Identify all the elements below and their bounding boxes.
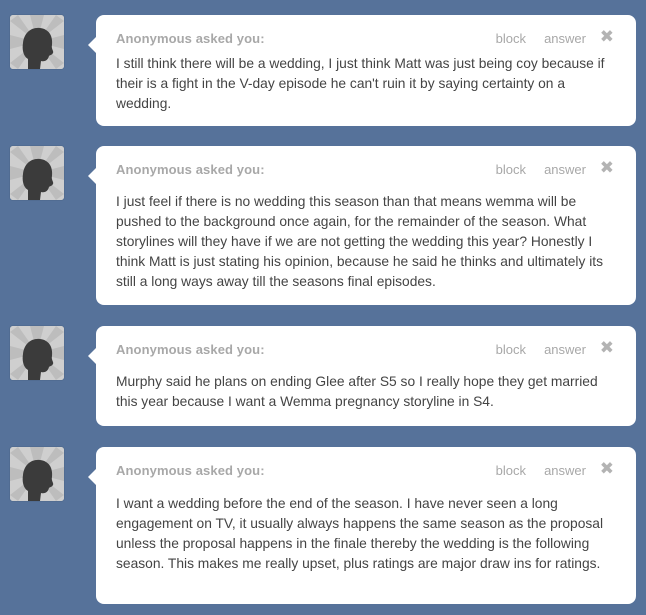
ask-card: Anonymous asked you: block answer ✖ I ju… xyxy=(88,146,636,305)
asker-label: Anonymous asked you: xyxy=(116,31,265,46)
delete-icon[interactable]: ✖ xyxy=(600,159,614,177)
question-text: I just feel if there is no wedding this … xyxy=(116,194,603,289)
anonymous-avatar-icon[interactable] xyxy=(10,146,64,200)
speech-nub xyxy=(88,168,96,184)
ask-header: Anonymous asked you: block answer ✖ xyxy=(116,159,616,180)
ask-card: Anonymous asked you: block answer ✖ Murp… xyxy=(88,326,636,426)
block-button[interactable]: block xyxy=(496,31,526,46)
block-button[interactable]: block xyxy=(496,162,526,177)
question-text: Murphy said he plans on ending Glee afte… xyxy=(116,374,598,409)
answer-button[interactable]: answer xyxy=(544,342,586,357)
answer-button[interactable]: answer xyxy=(544,463,586,478)
answer-button[interactable]: answer xyxy=(544,31,586,46)
ask-post: Anonymous asked you: block answer ✖ Murp… xyxy=(0,326,646,427)
asker-label: Anonymous asked you: xyxy=(116,162,265,177)
asker-label: Anonymous asked you: xyxy=(116,463,265,478)
asker-label: Anonymous asked you: xyxy=(116,342,265,357)
block-button[interactable]: block xyxy=(496,342,526,357)
speech-nub xyxy=(88,37,96,53)
anonymous-avatar-icon[interactable] xyxy=(10,447,64,501)
answer-button[interactable]: answer xyxy=(544,162,586,177)
ask-header: Anonymous asked you: block answer ✖ xyxy=(116,460,616,481)
delete-icon[interactable]: ✖ xyxy=(600,28,614,46)
delete-icon[interactable]: ✖ xyxy=(600,339,614,357)
ask-header: Anonymous asked you: block answer ✖ xyxy=(116,339,616,360)
speech-nub xyxy=(88,348,96,364)
ask-post: Anonymous asked you: block answer ✖ I wa… xyxy=(0,447,646,605)
question-text: I want a wedding before the end of the s… xyxy=(116,496,604,571)
ask-card: Anonymous asked you: block answer ✖ I st… xyxy=(88,15,636,126)
ask-post: Anonymous asked you: block answer ✖ I st… xyxy=(0,15,646,127)
delete-icon[interactable]: ✖ xyxy=(600,460,614,478)
question-text: I still think there will be a wedding, I… xyxy=(116,56,605,111)
anonymous-avatar-icon[interactable] xyxy=(10,15,64,69)
ask-header: Anonymous asked you: block answer ✖ xyxy=(116,28,616,49)
anonymous-avatar-icon[interactable] xyxy=(10,326,64,380)
speech-nub xyxy=(88,469,96,485)
block-button[interactable]: block xyxy=(496,463,526,478)
ask-card: Anonymous asked you: block answer ✖ I wa… xyxy=(88,447,636,604)
ask-post: Anonymous asked you: block answer ✖ I ju… xyxy=(0,146,646,306)
